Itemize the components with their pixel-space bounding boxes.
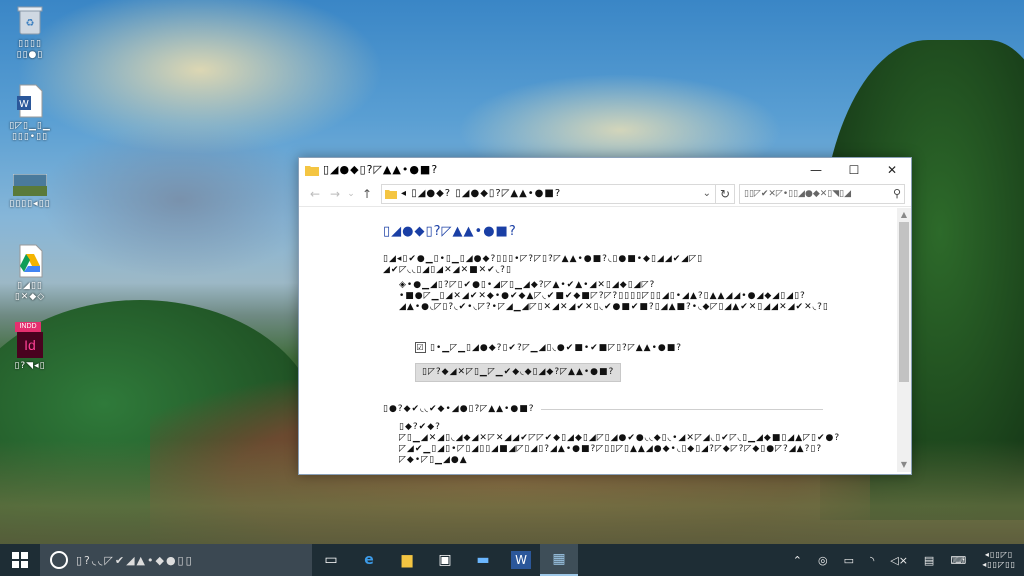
notifications-icon[interactable]: ▤ <box>916 554 942 567</box>
battery-icon[interactable]: ▭ <box>836 554 862 567</box>
explorer-window[interactable]: ▯◢●◆▯?◸▲▲•●■? — ☐ ✕ ← → ⌄ ↑ ◂ ▯◢●◆? ▯◢●◆… <box>298 157 912 475</box>
section-paragraph: ▯◆?✔◆?◸▯▁◢✕◢▯◟◢◆◢✕◸✕◢◢✔◸◸✔◆▯◢◆▯◢◸▯◢●✔●◟◟… <box>399 422 841 465</box>
address-bar[interactable]: ◂ ▯◢●◆? ▯◢●◆▯?◸▲▲•●■? ⌄ <box>381 183 716 204</box>
system-tray: ⌃ ◎ ▭ ◝ ◁× ▤ ⌨ ◂▯▯◸▯ ◂▯▯◸▯▯ <box>785 544 1024 576</box>
task-view-button[interactable]: ▭ <box>312 544 350 576</box>
window-controls: — ☐ ✕ <box>797 158 911 181</box>
cortana-search-text: ▯?◟◟◸✔◢▲•◆●▯▯ <box>76 553 194 567</box>
search-input[interactable]: ▯▯◸✔✕◸•▯▯◢●◆✕▯◥▯◢ ⚲ <box>739 183 905 204</box>
recycle-bin-icon: ♻ <box>17 6 43 35</box>
keyboard-icon[interactable]: ⌨ <box>942 554 974 567</box>
navigation-bar: ← → ⌄ ↑ ◂ ▯◢●◆? ▯◢●◆▯?◸▲▲•●■? ⌄ ↻ ▯▯◸✔✕◸… <box>299 181 911 207</box>
option-checkbox-label: ▯•▁◸▁▯◢●◆?▯✔?◸▁◢▯◟●✔■•✔■◸▯?◸▲▲•●■? <box>430 342 683 353</box>
recycle-bin-desktop-icon[interactable]: ♻ ▯▯▯▯ ▯▯●▯ <box>0 4 60 61</box>
clock[interactable]: ◂▯▯◸▯ ◂▯▯◸▯▯ <box>974 550 1024 570</box>
section-heading: ▯●?◆✔◟◟✔◆•◢●▯?◸▲▲•●■? <box>383 404 823 414</box>
scroll-up-icon[interactable]: ▲ <box>897 208 911 222</box>
close-button[interactable]: ✕ <box>873 158 911 181</box>
recycle-bin-label: ▯▯▯▯ ▯▯●▯ <box>16 39 44 60</box>
search-placeholder: ▯▯◸✔✕◸•▯▯◢●◆✕▯◥▯◢ <box>744 188 852 199</box>
window-title: ▯◢●◆▯?◸▲▲•●■? <box>323 163 439 176</box>
photos-taskbar-icon[interactable]: ▦ <box>540 544 578 576</box>
google-drive-icon <box>19 244 43 278</box>
section-divider <box>540 408 823 410</box>
word-document-icon: W <box>17 84 43 118</box>
tray-app-icon[interactable]: ◎ <box>810 554 836 567</box>
option-checkbox-row[interactable]: ☑ ▯•▁◸▁▯◢●◆?▯✔?◸▁◢▯◟●✔■•✔■◸▯?◸▲▲•●■? <box>415 342 682 353</box>
intro-paragraph: ▯◢◂▯✔●▁▯•▯▁▯◢●◆?▯▯▯•◸?◸▯?◸▲▲•●■?◟▯●■•◆▯◢… <box>383 254 704 275</box>
address-dropdown-icon[interactable]: ⌄ <box>699 188 715 199</box>
indesign-logo: Id <box>17 332 43 358</box>
tray-chevron-icon[interactable]: ⌃ <box>785 554 810 567</box>
computer-taskbar-icon[interactable]: ▬ <box>464 544 502 576</box>
address-path: ◂ ▯◢●◆? ▯◢●◆▯?◸▲▲•●■? <box>401 188 562 199</box>
word-document-label: ▯◸▯▁▯▁ ▯▯▯•▯▯ <box>9 121 51 142</box>
file-explorer-taskbar-icon[interactable]: ▆ <box>388 544 426 576</box>
vertical-scrollbar[interactable]: ▲ ▼ <box>897 208 911 472</box>
section-heading-text: ▯●?◆✔◟◟✔◆•◢●▯?◸▲▲•●■? <box>383 404 535 414</box>
svg-text:W: W <box>19 99 29 110</box>
back-button[interactable]: ← <box>305 187 325 201</box>
start-button[interactable] <box>0 544 40 576</box>
google-drive-desktop-icon[interactable]: ▯◢▯▯ ▯✕◆◇ <box>0 244 60 303</box>
indesign-icon: INDD Id <box>15 322 45 358</box>
maximize-button[interactable]: ☐ <box>835 158 873 181</box>
svg-text:♻: ♻ <box>26 18 35 29</box>
window-titlebar[interactable]: ▯◢●◆▯?◸▲▲•●■? — ☐ ✕ <box>299 158 911 181</box>
indesign-desktop-icon[interactable]: INDD Id ▯?◥◂▯ <box>0 322 60 372</box>
content-pane: ▯◢●◆▯?◸▲▲•●■? ▯◢◂▯✔●▁▯•▯▁▯◢●◆?▯▯▯•◸?◸▯?◸… <box>299 208 897 472</box>
detail-paragraph: ◈•●▁◢▯?◸▯✔●▯•◢◸▯▁◢◆?◸▲•✔▲•◢✕▯◢◆▯◢◸?•■●◸▁… <box>399 280 829 312</box>
word-taskbar-icon[interactable]: W <box>511 551 531 569</box>
volume-icon[interactable]: ◁× <box>882 554 916 567</box>
photo-file-label: ▯▯▯▯◂▯▯ <box>9 199 51 209</box>
scroll-thumb[interactable] <box>899 222 909 382</box>
photo-file-desktop-icon[interactable]: ▯▯▯▯◂▯▯ <box>0 174 60 210</box>
word-document-desktop-icon[interactable]: W ▯◸▯▁▯▁ ▯▯▯•▯▯ <box>0 84 60 143</box>
option-checkbox[interactable]: ☑ <box>415 342 426 353</box>
edge-taskbar-icon[interactable]: e <box>350 544 388 576</box>
recent-locations-button[interactable]: ⌄ <box>345 189 357 199</box>
wifi-icon[interactable]: ◝ <box>862 554 882 567</box>
minimize-button[interactable]: — <box>797 158 835 181</box>
photo-thumbnail-icon <box>13 174 47 196</box>
up-button[interactable]: ↑ <box>357 187 377 201</box>
search-icon: ⚲ <box>892 187 901 200</box>
action-button[interactable]: ▯◸?◆◢✕◸▯▁◸▁✔◆◟◆▯◢◆?◸▲▲•●■? <box>415 363 622 382</box>
indesign-badge: INDD <box>15 322 41 332</box>
page-title: ▯◢●◆▯?◸▲▲•●■? <box>383 224 517 239</box>
indesign-label: ▯?◥◂▯ <box>14 361 46 371</box>
clock-time: ◂▯▯◸▯ <box>984 550 1014 559</box>
taskbar: ▯?◟◟◸✔◢▲•◆●▯▯ ▭ e ▆ ▣ ▬ W ▦ ⌃ ◎ ▭ ◝ ◁× ▤… <box>0 544 1024 576</box>
store-taskbar-icon[interactable]: ▣ <box>426 544 464 576</box>
google-drive-label: ▯◢▯▯ ▯✕◆◇ <box>14 281 46 302</box>
clock-date: ◂▯▯◸▯▯ <box>982 560 1016 569</box>
windows-logo-icon <box>12 552 28 568</box>
address-folder-icon <box>385 189 397 199</box>
cortana-search-box[interactable]: ▯?◟◟◸✔◢▲•◆●▯▯ <box>40 544 312 576</box>
folder-icon <box>305 165 319 176</box>
refresh-button[interactable]: ↻ <box>716 183 735 204</box>
scroll-down-icon[interactable]: ▼ <box>897 458 911 472</box>
forward-button[interactable]: → <box>325 187 345 201</box>
cortana-icon <box>50 551 68 569</box>
